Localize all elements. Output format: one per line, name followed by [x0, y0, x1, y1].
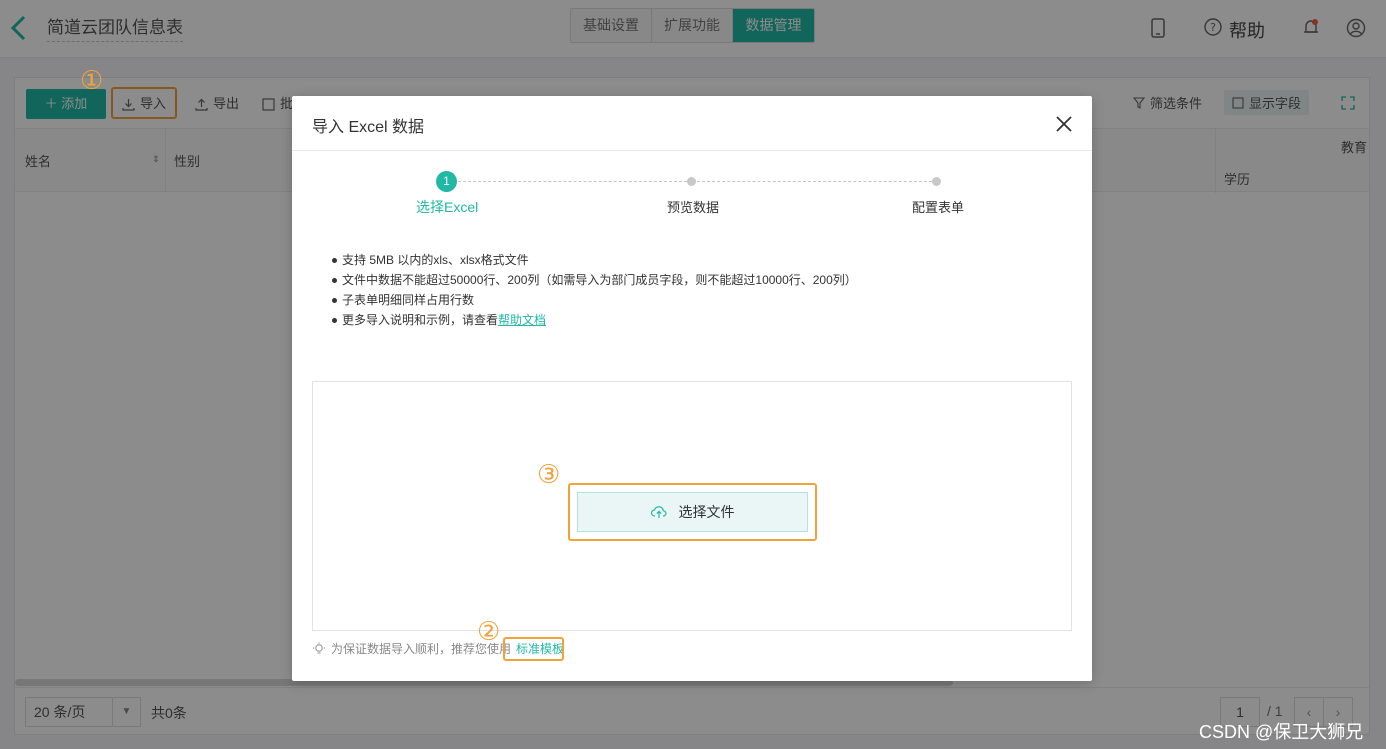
dialog-header: 导入 Excel 数据 [292, 96, 1092, 151]
instruction-item: 支持 5MB 以内的xls、xlsx格式文件 [332, 250, 857, 270]
template-link-highlight-box [503, 637, 564, 661]
step-3-dot [932, 177, 941, 186]
step-connector [458, 181, 687, 182]
file-drop-zone[interactable]: 选择文件 ③ [312, 381, 1072, 631]
import-steps: 1 选择Excel 预览数据 配置表单 [292, 171, 1092, 221]
select-file-highlight-box [568, 483, 817, 541]
import-instructions: 支持 5MB 以内的xls、xlsx格式文件 文件中数据不能超过50000行、2… [332, 250, 857, 330]
dialog-title: 导入 Excel 数据 [312, 119, 425, 136]
step-2-dot [687, 177, 696, 186]
step-connector [697, 181, 932, 182]
instruction-item: 文件中数据不能超过50000行、200列（如需导入为部门成员字段，则不能超过10… [332, 270, 857, 290]
close-icon[interactable] [1054, 114, 1074, 134]
instruction-item: 子表单明细同样占用行数 [332, 290, 857, 310]
step-3-label: 配置表单 [912, 200, 965, 215]
instruction-item: 更多导入说明和示例，请查看帮助文档 [332, 310, 857, 330]
watermark-text: CSDN @保卫大狮兄 [1199, 722, 1364, 742]
lightbulb-icon [313, 642, 325, 654]
import-excel-dialog: 导入 Excel 数据 1 选择Excel 预览数据 配置表单 支持 5MB 以… [292, 96, 1092, 681]
step-2-label: 预览数据 [667, 200, 720, 215]
step-1-indicator: 1 [436, 171, 457, 192]
annotation-number-1: ① [80, 66, 104, 96]
annotation-number-3: ③ [537, 460, 561, 490]
step-1-label: 选择Excel [416, 199, 479, 215]
annotation-number-2: ② [477, 617, 501, 647]
help-doc-link[interactable]: 帮助文档 [498, 313, 546, 327]
